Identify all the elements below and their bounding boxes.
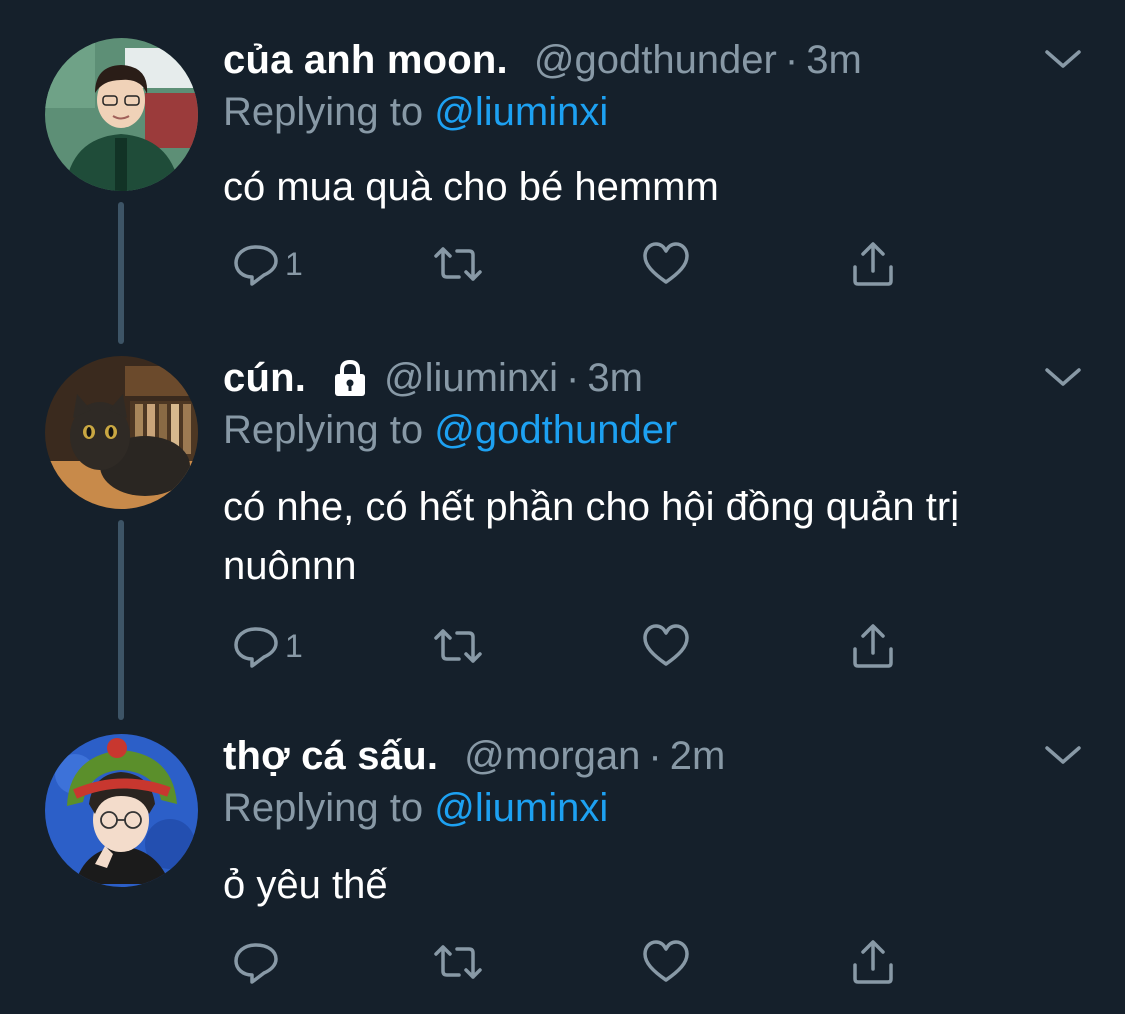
separator: · <box>784 37 799 82</box>
retweet-button[interactable] <box>433 236 483 292</box>
user-handle[interactable]: @morgan <box>464 734 640 779</box>
share-icon <box>853 940 893 984</box>
reply-icon <box>234 943 278 984</box>
reply-icon <box>234 245 278 286</box>
avatar[interactable] <box>45 734 198 887</box>
replying-to-label: Replying to <box>223 90 424 134</box>
replying-to: Replying to @liuminxi <box>223 90 608 135</box>
avatar-green-hat-image <box>45 734 198 887</box>
retweet-icon <box>434 629 482 663</box>
chevron-down-icon <box>1045 50 1081 68</box>
retweet-button[interactable] <box>433 934 483 990</box>
tweet-header: cún. @liuminxi · 3m <box>223 350 643 406</box>
user-handle[interactable]: @liuminxi <box>384 356 558 401</box>
tweet-text: có mua quà cho bé hemmm <box>223 165 719 209</box>
like-button[interactable] <box>641 618 691 674</box>
tweet-actions: 1 <box>223 618 923 674</box>
more-options-caret[interactable] <box>1041 356 1085 400</box>
user-handle[interactable]: @godthunder <box>534 38 777 83</box>
replying-to-label: Replying to <box>223 786 424 830</box>
tweet[interactable]: thợ cá sấu. @morgan · 2m Replying to @li… <box>0 728 1125 1008</box>
replying-to-mention[interactable]: @liuminxi <box>434 90 608 134</box>
replying-to: Replying to @liuminxi <box>223 786 608 831</box>
display-name[interactable]: cún. <box>223 356 306 401</box>
separator: · <box>648 733 662 778</box>
timestamp[interactable]: 3m <box>806 38 862 83</box>
avatar-cat-image <box>45 356 198 509</box>
tweet-header: của anh moon. @godthunder · 3m <box>223 32 862 88</box>
share-button[interactable] <box>848 934 898 990</box>
replying-to-label: Replying to <box>223 408 424 452</box>
share-icon <box>853 624 893 668</box>
reply-button[interactable] <box>231 934 285 990</box>
avatar-boy-green-jacket-image <box>45 38 198 191</box>
replying-to-mention[interactable]: @godthunder <box>434 408 677 452</box>
like-button[interactable] <box>641 236 691 292</box>
more-options-caret[interactable] <box>1041 734 1085 778</box>
timestamp[interactable]: 2m <box>670 734 726 779</box>
replying-to-mention[interactable]: @liuminxi <box>434 786 608 830</box>
chevron-down-icon <box>1045 368 1081 386</box>
share-button[interactable] <box>848 236 898 292</box>
avatar[interactable] <box>45 38 198 191</box>
more-options-caret[interactable] <box>1041 38 1085 82</box>
display-name[interactable]: thợ cá sấu. <box>223 734 438 779</box>
display-name[interactable]: của anh moon. <box>223 38 508 83</box>
like-icon <box>643 624 689 666</box>
tweet-actions: 1 <box>223 236 923 292</box>
separator: · <box>566 355 580 400</box>
reply-button[interactable]: 1 <box>231 618 303 674</box>
like-button[interactable] <box>641 934 691 990</box>
retweet-icon <box>434 247 482 281</box>
retweet-icon <box>434 945 482 979</box>
retweet-button[interactable] <box>433 618 483 674</box>
tweet-text: có nhe, có hết phần cho hội đồng quản tr… <box>223 485 960 588</box>
tweet[interactable]: của anh moon. @godthunder · 3m Replying … <box>0 32 1125 322</box>
reply-icon <box>234 627 278 668</box>
replying-to: Replying to @godthunder <box>223 408 677 453</box>
avatar[interactable] <box>45 356 198 509</box>
share-button[interactable] <box>848 618 898 674</box>
lock-icon <box>330 358 370 398</box>
tweet-text: ỏ yêu thế <box>223 863 388 907</box>
like-icon <box>643 242 689 284</box>
reply-count: 1 <box>285 627 303 664</box>
tweet-actions <box>223 934 923 990</box>
share-icon <box>853 242 893 286</box>
tweet-header: thợ cá sấu. @morgan · 2m <box>223 728 725 784</box>
like-icon <box>643 940 689 982</box>
reply-button[interactable]: 1 <box>231 236 303 292</box>
tweet[interactable]: cún. @liuminxi · 3m Replying to @godthun… <box>0 350 1125 690</box>
chevron-down-icon <box>1045 746 1081 764</box>
reply-count: 1 <box>285 245 303 282</box>
tweet-thread: của anh moon. @godthunder · 3m Replying … <box>0 0 1125 1014</box>
timestamp[interactable]: 3m <box>587 356 643 401</box>
